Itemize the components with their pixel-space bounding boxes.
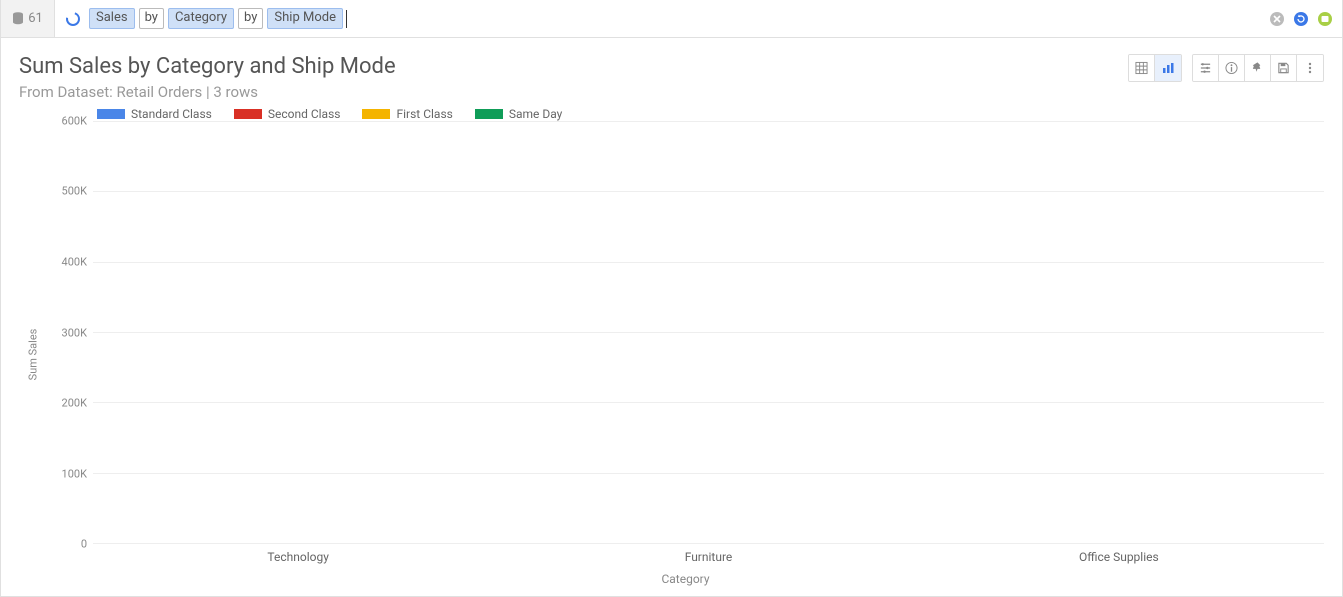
plot-area[interactable]: [93, 121, 1324, 544]
query-token[interactable]: by: [238, 8, 263, 29]
legend-item[interactable]: Standard Class: [97, 107, 212, 121]
query-token[interactable]: Sales: [89, 8, 135, 29]
legend-swatch: [475, 109, 503, 119]
app-root: 61 SalesbyCategorybyShip Mode: [0, 0, 1343, 597]
query-input[interactable]: SalesbyCategorybyShip Mode: [55, 0, 1260, 37]
plot-column: 0100K200K300K400K500K600K TechnologyFurn…: [47, 121, 1324, 588]
more-vertical-icon: [1303, 61, 1317, 75]
clear-query-button[interactable]: [1268, 10, 1286, 28]
y-axis-label: Sum Sales: [27, 329, 40, 381]
view-mode-group: [1128, 54, 1182, 82]
pin-button[interactable]: [1245, 55, 1271, 81]
y-tick: 100K: [62, 467, 87, 480]
legend-item[interactable]: Second Class: [234, 107, 341, 121]
legend-item[interactable]: Same Day: [475, 107, 563, 121]
y-axis-label-wrap: Sum Sales: [19, 121, 47, 588]
legend-swatch: [234, 109, 262, 119]
grid-line: [93, 332, 1324, 333]
legend-item[interactable]: First Class: [362, 107, 452, 121]
bar-chart-icon: [1161, 61, 1175, 75]
chart-legend: Standard Class Second Class First Class Sam…: [97, 107, 1324, 121]
more-button[interactable]: [1297, 55, 1323, 81]
chart-area: Sum Sales 0100K200K300K400K500K600K Tech…: [19, 121, 1324, 588]
dataset-count: 61: [28, 11, 43, 26]
x-tick: Technology: [93, 550, 503, 564]
save-icon: [1277, 61, 1290, 75]
legend-label: Second Class: [268, 107, 341, 121]
info-icon: [1225, 61, 1238, 75]
query-bar: 61 SalesbyCategorybyShip Mode: [1, 0, 1342, 38]
y-tick: 600K: [62, 115, 87, 128]
y-tick: 400K: [62, 255, 87, 268]
chart-toolbar: [1128, 54, 1324, 82]
x-tick: Office Supplies: [914, 550, 1324, 564]
y-tick: 200K: [62, 396, 87, 409]
query-token[interactable]: Ship Mode: [267, 8, 343, 29]
query-token[interactable]: by: [139, 8, 164, 29]
table-view-button[interactable]: [1129, 55, 1155, 81]
legend-swatch: [97, 109, 125, 119]
legend-label: First Class: [396, 107, 452, 121]
chart-view-button[interactable]: [1155, 55, 1181, 81]
list-settings-icon: [1199, 61, 1212, 75]
legend-swatch: [362, 109, 390, 119]
settings-button[interactable]: [1193, 55, 1219, 81]
grid-line: [93, 262, 1324, 263]
grid-line: [93, 473, 1324, 474]
run-button[interactable]: [1316, 10, 1334, 28]
pin-icon: [1251, 61, 1264, 75]
legend-label: Standard Class: [131, 107, 212, 121]
plot-row: 0100K200K300K400K500K600K: [47, 121, 1324, 544]
text-caret: [346, 10, 347, 28]
grid-line: [93, 402, 1324, 403]
title-block: Sum Sales by Category and Ship Mode From…: [19, 54, 396, 101]
query-token[interactable]: Category: [168, 8, 234, 29]
x-tick: Furniture: [503, 550, 913, 564]
result-panel: Sum Sales by Category and Ship Mode From…: [1, 38, 1342, 596]
database-icon: [12, 12, 24, 26]
tool-group: [1192, 54, 1324, 82]
y-axis-ticks: 0100K200K300K400K500K600K: [47, 121, 93, 544]
search-spinner-icon: [63, 9, 83, 29]
grid-line: [93, 191, 1324, 192]
chart-subtitle: From Dataset: Retail Orders | 3 rows: [19, 83, 396, 101]
query-actions: [1260, 10, 1342, 28]
refresh-button[interactable]: [1292, 10, 1310, 28]
info-button[interactable]: [1219, 55, 1245, 81]
legend-label: Same Day: [509, 107, 563, 121]
grid-line: [93, 543, 1324, 544]
x-axis-ticks: TechnologyFurnitureOffice Supplies: [93, 544, 1324, 564]
panel-header: Sum Sales by Category and Ship Mode From…: [19, 54, 1324, 101]
chart-title: Sum Sales by Category and Ship Mode: [19, 54, 396, 79]
y-tick: 0: [81, 538, 87, 551]
y-tick: 500K: [62, 185, 87, 198]
table-icon: [1135, 61, 1148, 75]
x-axis-label: Category: [47, 572, 1324, 586]
query-tokens: SalesbyCategorybyShip Mode: [89, 8, 343, 29]
dataset-count-badge[interactable]: 61: [1, 0, 55, 37]
grid-line: [93, 121, 1324, 122]
y-tick: 300K: [62, 326, 87, 339]
save-button[interactable]: [1271, 55, 1297, 81]
